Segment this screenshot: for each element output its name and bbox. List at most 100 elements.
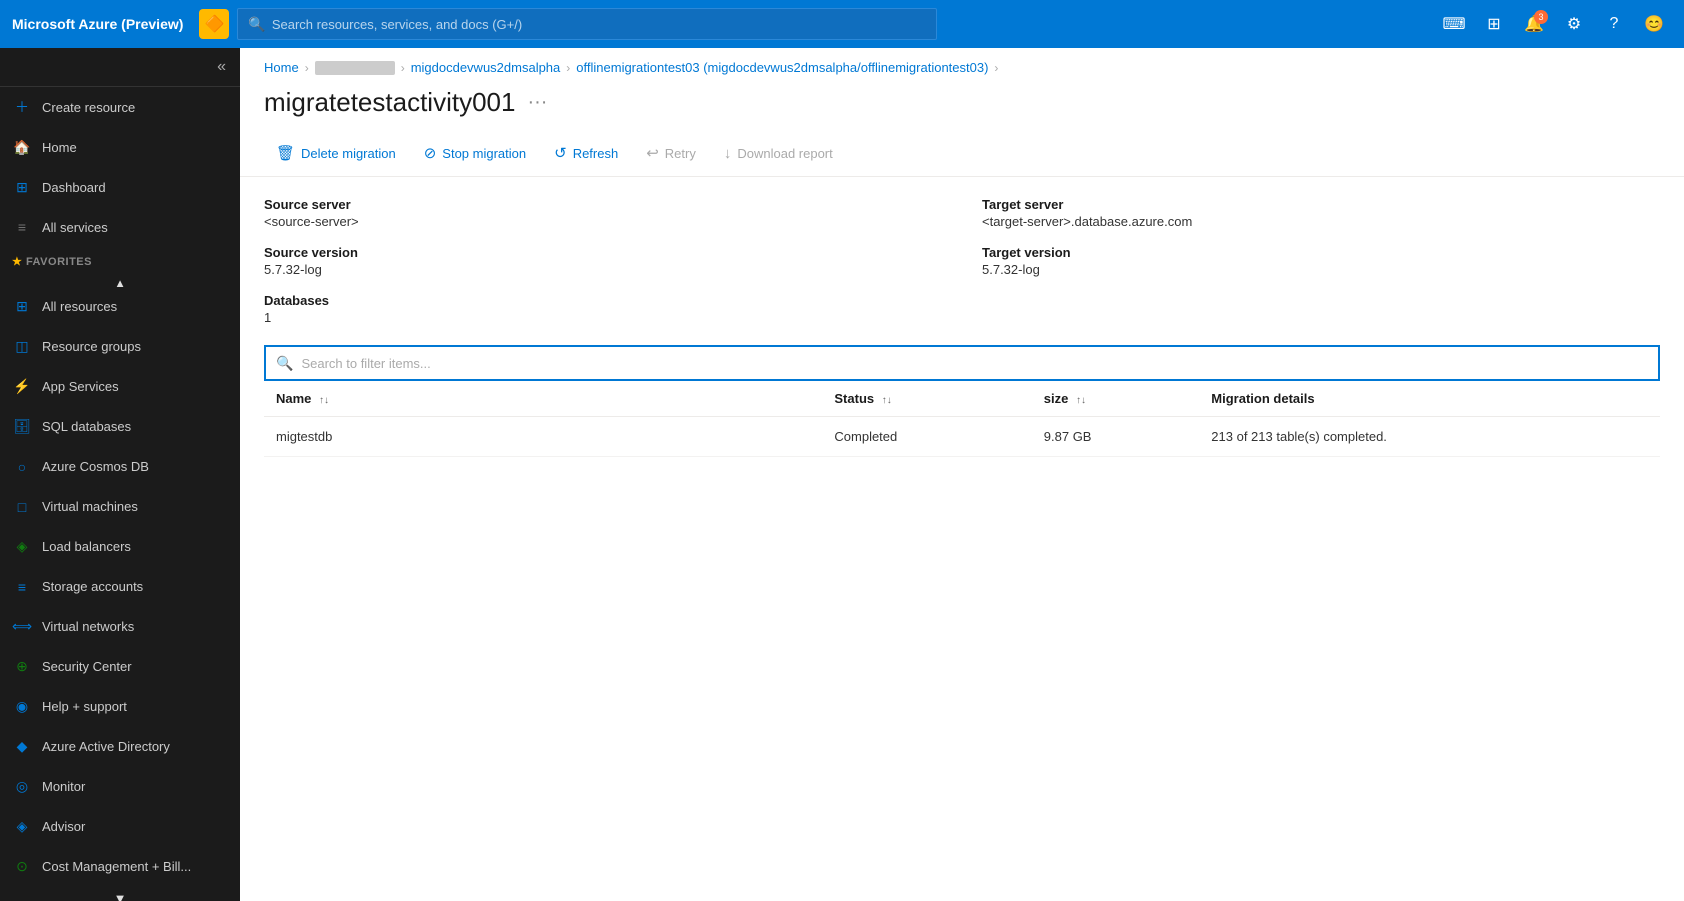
- sidebar-collapse-area: «: [0, 48, 240, 87]
- filter-bar: 🔍: [240, 345, 1684, 381]
- plus-icon: ＋: [12, 97, 32, 117]
- retry-button[interactable]: ↩ Retry: [634, 138, 708, 168]
- sidebar-item-create-resource[interactable]: ＋ Create resource: [0, 87, 240, 127]
- sidebar-scroll-up[interactable]: ▲: [0, 272, 240, 287]
- search-input[interactable]: [272, 17, 927, 32]
- advisor-icon: ◈: [12, 817, 32, 837]
- notification-badge: 3: [1534, 10, 1548, 24]
- home-icon: 🏠: [12, 137, 32, 157]
- sidebar-item-sql-databases[interactable]: 🗄 SQL databases: [0, 407, 240, 447]
- sidebar-item-all-services[interactable]: ≡ All services: [0, 207, 240, 247]
- app-logo: Microsoft Azure (Preview): [12, 16, 183, 32]
- directory-icon: ⊞: [1487, 14, 1500, 34]
- sidebar-item-resource-groups[interactable]: ◫ Resource groups: [0, 327, 240, 367]
- breadcrumb-sep-2: ›: [401, 61, 405, 75]
- source-server-value: <source-server>: [264, 214, 942, 229]
- sidebar-label-security-center: Security Center: [42, 659, 132, 674]
- sidebar-item-app-services[interactable]: ⚡ App Services: [0, 367, 240, 407]
- breadcrumb: Home › › migdocdevwus2dmsalpha › offline…: [240, 48, 1684, 79]
- sidebar-item-virtual-machines[interactable]: □ Virtual machines: [0, 487, 240, 527]
- breadcrumb-sep-3: ›: [566, 61, 570, 75]
- settings-button[interactable]: ⚙: [1556, 6, 1592, 42]
- stop-migration-button[interactable]: ⊘ Stop migration: [412, 138, 538, 168]
- filter-input-wrap[interactable]: 🔍: [264, 345, 1660, 381]
- target-server-value: <target-server>.database.azure.com: [982, 214, 1660, 229]
- col-header-name[interactable]: Name ↑↓: [264, 381, 822, 417]
- page-title-row: migratetestactivity001 ···: [240, 79, 1684, 122]
- sort-icon-name: ↑↓: [319, 395, 329, 406]
- sidebar-item-security-center[interactable]: ⊕ Security Center: [0, 647, 240, 687]
- sidebar-items: ⊞ All resources ◫ Resource groups ⚡ App …: [0, 287, 240, 887]
- col-header-details: Migration details: [1199, 381, 1660, 417]
- sidebar-label-help-support: Help + support: [42, 699, 127, 714]
- sidebar-item-azure-active-directory[interactable]: ◆ Azure Active Directory: [0, 727, 240, 767]
- breadcrumb-home[interactable]: Home: [264, 60, 299, 75]
- breadcrumb-level2[interactable]: migdocdevwus2dmsalpha: [411, 60, 561, 75]
- delete-migration-button[interactable]: 🗑 Delete migration: [264, 138, 408, 168]
- cost-management-icon: ⊙: [12, 857, 32, 877]
- resource-groups-icon: ◫: [12, 337, 32, 357]
- source-version-label: Source version: [264, 245, 942, 260]
- settings-icon: ⚙: [1567, 14, 1581, 34]
- all-resources-icon: ⊞: [12, 297, 32, 317]
- security-center-icon: ⊕: [12, 657, 32, 677]
- table-row[interactable]: migtestdb Completed 9.87 GB 213 of 213 t…: [264, 417, 1660, 457]
- all-services-label: All services: [42, 220, 108, 235]
- sidebar-item-load-balancers[interactable]: ◈ Load balancers: [0, 527, 240, 567]
- sidebar-label-azure-cosmos-db: Azure Cosmos DB: [42, 459, 149, 474]
- cell-details: 213 of 213 table(s) completed.: [1199, 417, 1660, 457]
- directory-button[interactable]: ⊞: [1476, 6, 1512, 42]
- search-icon: 🔍: [248, 16, 265, 33]
- col-header-status[interactable]: Status ↑↓: [822, 381, 1031, 417]
- sql-databases-icon: 🗄: [12, 417, 32, 437]
- target-version-group: Target version 5.7.32-log: [982, 245, 1660, 277]
- sidebar-item-help-support[interactable]: ◉ Help + support: [0, 687, 240, 727]
- filter-search-icon: 🔍: [276, 355, 293, 372]
- target-server-group: Target server <target-server>.database.a…: [982, 197, 1660, 229]
- retry-icon: ↩: [646, 144, 659, 162]
- sidebar-label-resource-groups: Resource groups: [42, 339, 141, 354]
- sidebar-label-storage-accounts: Storage accounts: [42, 579, 143, 594]
- databases-value: 1: [264, 310, 942, 325]
- refresh-button[interactable]: ↺ Refresh: [542, 138, 630, 168]
- sidebar-item-monitor[interactable]: ◎ Monitor: [0, 767, 240, 807]
- create-resource-label: Create resource: [42, 100, 135, 115]
- more-options-button[interactable]: ···: [527, 91, 547, 114]
- sidebar-item-cost-management[interactable]: ⊙ Cost Management + Bill...: [0, 847, 240, 887]
- sidebar-item-home[interactable]: 🏠 Home: [0, 127, 240, 167]
- main-content: Home › › migdocdevwus2dmsalpha › offline…: [240, 48, 1684, 901]
- top-bar: Microsoft Azure (Preview) 🔶 🔍 ⌨ ⊞ 🔔 3 ⚙ …: [0, 0, 1684, 48]
- sidebar-item-all-resources[interactable]: ⊞ All resources: [0, 287, 240, 327]
- sidebar-label-monitor: Monitor: [42, 779, 85, 794]
- download-report-button[interactable]: ↓ Download report: [712, 139, 845, 168]
- sidebar: « ＋ Create resource 🏠 Home ⊞ Dashboard ≡…: [0, 48, 240, 901]
- databases-group: Databases 1: [264, 293, 942, 325]
- storage-accounts-icon: ≡: [12, 577, 32, 597]
- sidebar-item-storage-accounts[interactable]: ≡ Storage accounts: [0, 567, 240, 607]
- help-button[interactable]: ?: [1596, 6, 1632, 42]
- virtual-machines-icon: □: [12, 497, 32, 517]
- sidebar-collapse-button[interactable]: «: [213, 54, 230, 80]
- dashboard-label: Dashboard: [42, 180, 106, 195]
- sidebar-scroll-down[interactable]: ▼: [0, 887, 240, 901]
- account-button[interactable]: 😊: [1636, 6, 1672, 42]
- help-icon: ?: [1610, 15, 1619, 33]
- source-server-group: Source server <source-server>: [264, 197, 942, 229]
- sidebar-item-virtual-networks[interactable]: ⟺ Virtual networks: [0, 607, 240, 647]
- sidebar-item-advisor[interactable]: ◈ Advisor: [0, 807, 240, 847]
- sidebar-item-azure-cosmos-db[interactable]: ○ Azure Cosmos DB: [0, 447, 240, 487]
- table-head: Name ↑↓ Status ↑↓ size ↑↓ Migration de: [264, 381, 1660, 417]
- target-server-label: Target server: [982, 197, 1660, 212]
- filter-input[interactable]: [301, 356, 1648, 371]
- sidebar-item-dashboard[interactable]: ⊞ Dashboard: [0, 167, 240, 207]
- col-header-size[interactable]: size ↑↓: [1032, 381, 1200, 417]
- account-icon: 😊: [1644, 14, 1664, 34]
- breadcrumb-level3[interactable]: offlinemigrationtest03 (migdocdevwus2dms…: [576, 60, 988, 75]
- info-section: Source server <source-server> Target ser…: [240, 177, 1684, 345]
- data-table: Name ↑↓ Status ↑↓ size ↑↓ Migration de: [264, 381, 1660, 457]
- global-search[interactable]: 🔍: [237, 8, 937, 40]
- sidebar-label-load-balancers: Load balancers: [42, 539, 131, 554]
- notification-button[interactable]: 🔔 3: [1516, 6, 1552, 42]
- azure-cosmos-db-icon: ○: [12, 457, 32, 477]
- cloud-shell-button[interactable]: ⌨: [1436, 6, 1472, 42]
